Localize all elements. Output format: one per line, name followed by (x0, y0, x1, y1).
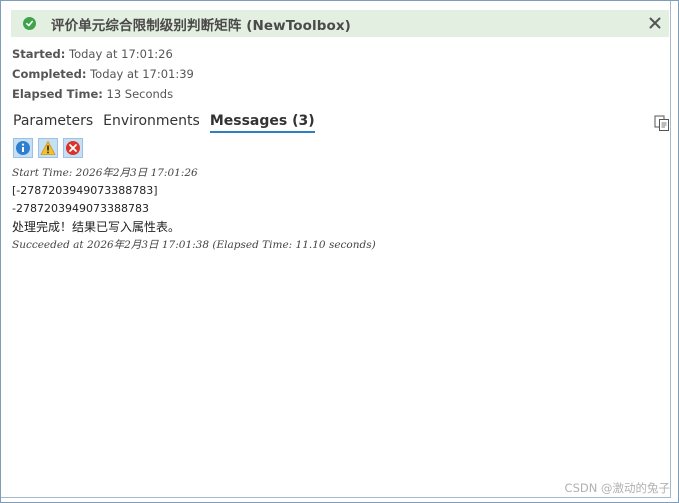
started-value: Today at 17:01:26 (69, 47, 173, 61)
geoprocessing-result-panel: 评价单元综合限制级别判断矩阵 (NewToolbox) Started: Tod… (0, 0, 679, 503)
elapsed-label: Elapsed Time: (12, 87, 103, 101)
message-succeeded: Succeeded at 2026年2月3日 17:01:38 (Elapsed… (12, 239, 376, 251)
copy-messages-button[interactable] (654, 115, 670, 132)
warning-icon (40, 140, 56, 155)
info-icon (16, 141, 30, 155)
tool-title: 评价单元综合限制级别判断矩阵 (NewToolbox) (51, 17, 351, 34)
message-output: [-2787203949073388783] (12, 184, 158, 197)
elapsed-info: Elapsed Time: 13 Seconds (12, 87, 173, 101)
tab-environments[interactable]: Environments (103, 113, 200, 133)
error-filter-button[interactable] (63, 138, 83, 158)
message-output: -2787203949073388783 (12, 202, 149, 215)
completed-info: Completed: Today at 17:01:39 (12, 67, 194, 81)
success-check-icon (23, 17, 36, 30)
elapsed-value: 13 Seconds (106, 87, 174, 101)
messages-list: Start Time: 2026年2月3日 17:01:26 [-2787203… (12, 164, 376, 254)
close-button[interactable] (647, 15, 663, 31)
result-tabs: Parameters Environments Messages (3) (13, 113, 315, 133)
error-icon (66, 141, 80, 155)
message-start-time: Start Time: 2026年2月3日 17:01:26 (12, 167, 198, 179)
started-info: Started: Today at 17:01:26 (12, 47, 173, 61)
tab-parameters[interactable]: Parameters (13, 113, 93, 133)
completed-label: Completed: (12, 67, 87, 81)
copy-icon (654, 115, 669, 131)
close-icon (649, 17, 661, 29)
warning-filter-button[interactable] (38, 138, 58, 158)
message-filter-toolbar (13, 138, 83, 158)
csdn-watermark: CSDN @激动的兔子 (564, 481, 670, 495)
completed-value: Today at 17:01:39 (90, 67, 194, 81)
info-filter-button[interactable] (13, 138, 33, 158)
started-label: Started: (12, 47, 66, 61)
result-title-bar: 评价单元综合限制级别判断矩阵 (NewToolbox) (11, 10, 669, 37)
message-completion: 处理完成！结果已写入属性表。 (12, 220, 181, 234)
tab-messages[interactable]: Messages (3) (209, 113, 315, 133)
